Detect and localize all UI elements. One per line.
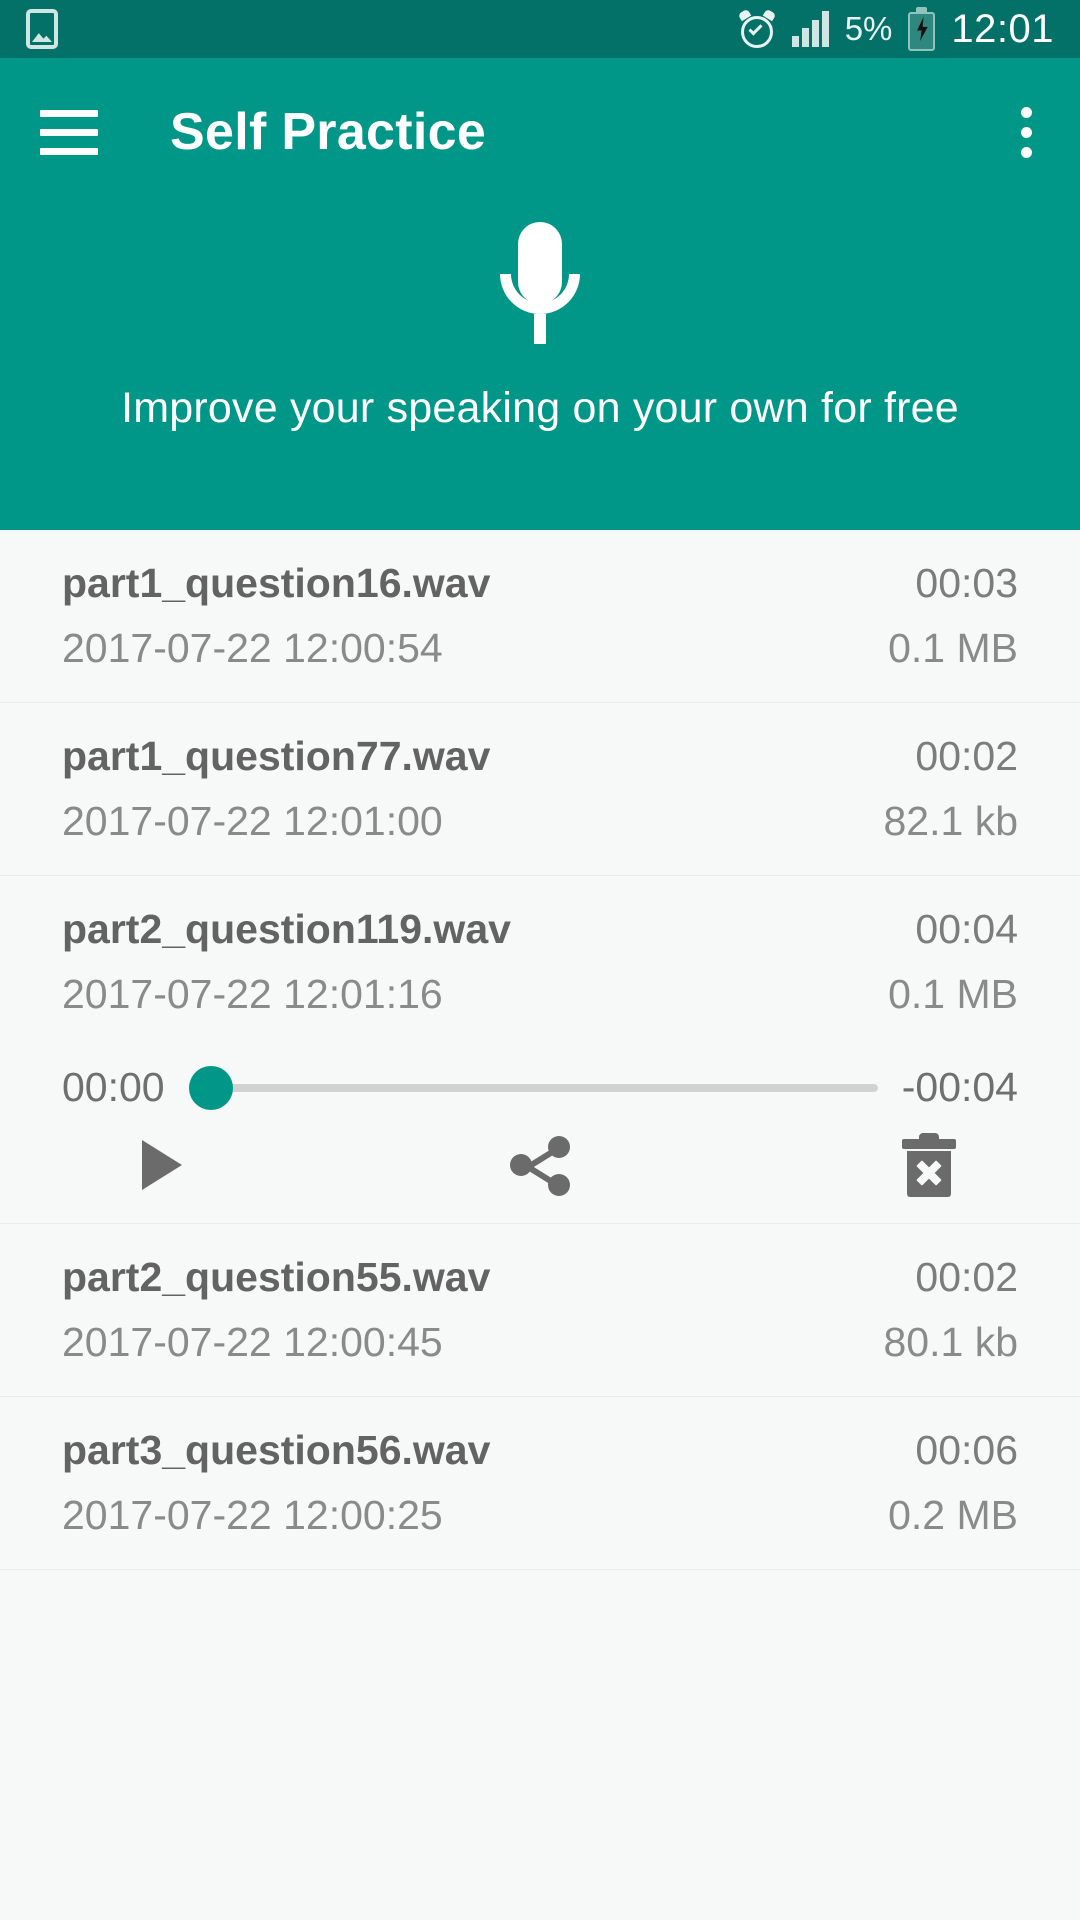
- recording-name: part2_question119.wav: [62, 906, 511, 952]
- recording-date: 2017-07-22 12:01:00: [62, 798, 443, 844]
- status-bar: 5% 12:01: [0, 0, 1080, 58]
- row-primary-line: part3_question56.wav 00:06: [62, 1397, 1018, 1474]
- table-row-selected[interactable]: part2_question119.wav 00:04 2017-07-22 1…: [0, 876, 1080, 1048]
- recording-name: part1_question77.wav: [62, 733, 491, 779]
- recording-duration: 00:06: [915, 1427, 1018, 1473]
- row-secondary-line: 2017-07-22 12:00:54 0.1 MB: [62, 607, 1018, 702]
- table-row[interactable]: part1_question77.wav 00:02 2017-07-22 12…: [0, 703, 1080, 876]
- player-controls: [62, 1133, 1018, 1197]
- table-row[interactable]: part2_question55.wav 00:02 2017-07-22 12…: [0, 1224, 1080, 1397]
- hamburger-menu-icon[interactable]: [40, 109, 98, 155]
- recording-date: 2017-07-22 12:01:16: [62, 971, 443, 1017]
- row-primary-line: part1_question16.wav 00:03: [62, 530, 1018, 607]
- share-button[interactable]: [510, 1134, 572, 1196]
- recording-size: 0.2 MB: [888, 1492, 1018, 1538]
- row-primary-line: part2_question119.wav 00:04: [62, 876, 1018, 953]
- recording-name: part3_question56.wav: [62, 1427, 491, 1473]
- row-secondary-line: 2017-07-22 12:00:45 80.1 kb: [62, 1301, 1018, 1396]
- elapsed-time-label: 00:00: [62, 1064, 165, 1110]
- recording-name: part2_question55.wav: [62, 1254, 491, 1300]
- mic-icon-wrapper: [0, 222, 1080, 352]
- recording-date: 2017-07-22 12:00:25: [62, 1492, 443, 1538]
- app-bar-top-row: Self Practice: [0, 58, 1080, 206]
- recording-size: 0.1 MB: [888, 971, 1018, 1017]
- play-button[interactable]: [142, 1140, 182, 1190]
- share-icon: [510, 1134, 572, 1196]
- delete-button[interactable]: [900, 1133, 958, 1197]
- recording-date: 2017-07-22 12:00:54: [62, 625, 443, 671]
- play-icon: [142, 1140, 182, 1190]
- recordings-list: part1_question16.wav 00:03 2017-07-22 12…: [0, 530, 1080, 1570]
- row-primary-line: part1_question77.wav 00:02: [62, 703, 1018, 780]
- seek-row: 00:00 -00:04: [62, 1064, 1018, 1111]
- status-bar-left: [26, 9, 58, 49]
- alarm-clock-icon: [737, 8, 776, 48]
- signal-bars-icon: [791, 11, 829, 47]
- seek-track: [210, 1083, 878, 1092]
- recording-duration: 00:03: [915, 560, 1018, 606]
- seek-thumb[interactable]: [188, 1065, 233, 1110]
- recording-duration: 00:02: [915, 733, 1018, 779]
- row-secondary-line: 2017-07-22 12:01:00 82.1 kb: [62, 780, 1018, 875]
- seek-slider[interactable]: [188, 1065, 878, 1110]
- recording-duration: 00:04: [915, 906, 1018, 952]
- row-secondary-line: 2017-07-22 12:01:16 0.1 MB: [62, 953, 1018, 1048]
- more-vertical-icon[interactable]: [1013, 99, 1040, 166]
- recording-duration: 00:02: [915, 1254, 1018, 1300]
- row-secondary-line: 2017-07-22 12:00:25 0.2 MB: [62, 1474, 1018, 1569]
- status-bar-clock: 12:01: [951, 6, 1054, 51]
- microphone-icon: [485, 222, 595, 352]
- status-bar-right: 5% 12:01: [737, 6, 1054, 52]
- app-bar: Self Practice Improve your speaking on y…: [0, 58, 1080, 530]
- recording-size: 80.1 kb: [883, 1319, 1019, 1365]
- battery-percent-label: 5%: [844, 10, 893, 47]
- battery-charging-icon: [908, 7, 936, 51]
- app-tagline: Improve your speaking on your own for fr…: [121, 384, 959, 432]
- table-row[interactable]: part3_question56.wav 00:06 2017-07-22 12…: [0, 1397, 1080, 1570]
- image-icon: [26, 9, 58, 49]
- table-row[interactable]: part1_question16.wav 00:03 2017-07-22 12…: [0, 530, 1080, 703]
- recording-date: 2017-07-22 12:00:45: [62, 1319, 443, 1365]
- recording-size: 0.1 MB: [888, 625, 1018, 671]
- page-title: Self Practice: [170, 103, 487, 161]
- recording-name: part1_question16.wav: [62, 560, 491, 606]
- row-primary-line: part2_question55.wav 00:02: [62, 1224, 1018, 1301]
- audio-player: 00:00 -00:04: [0, 1048, 1080, 1224]
- delete-trash-icon: [900, 1133, 958, 1197]
- remaining-time-label: -00:04: [901, 1064, 1018, 1110]
- recording-size: 82.1 kb: [883, 798, 1019, 844]
